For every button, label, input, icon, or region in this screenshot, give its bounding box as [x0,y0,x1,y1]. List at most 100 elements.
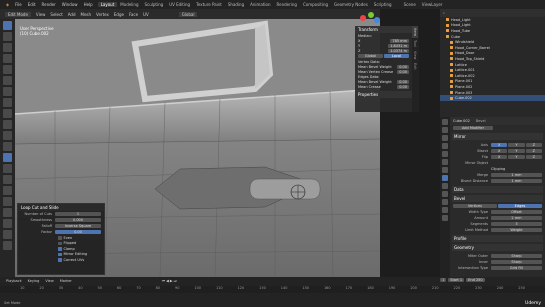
material-tab-icon[interactable] [442,215,448,221]
scene-selector[interactable]: Scene [401,2,419,7]
tab-scripting[interactable]: Scripting [371,2,395,7]
operator-title[interactable]: Loop Cut and Slide [18,204,104,211]
move-icon[interactable] [3,43,12,52]
mirror-modifier-header[interactable]: Mirror [452,133,543,140]
menu-playback[interactable]: Playback [6,279,22,283]
cursor-icon[interactable] [3,32,12,41]
data-tab-icon[interactable] [442,207,448,213]
local-button[interactable]: Local [384,54,409,58]
data-subpanel[interactable]: Data [452,186,543,193]
poly-build-icon[interactable] [3,175,12,184]
transform-section-header[interactable]: Transform [355,26,412,33]
profile-subpanel[interactable]: Profile [452,235,543,242]
spin-icon[interactable] [3,186,12,195]
menu-window[interactable]: Window [62,2,78,7]
bevel-modifier-header[interactable]: Bevel [452,195,543,202]
edge-crease-field[interactable]: Mean Crease 0.00 [355,84,412,89]
tab-edit[interactable]: Edit [412,61,418,72]
menu-marker[interactable]: Marker [60,279,72,283]
object-tab-icon[interactable] [442,167,448,173]
current-frame-field[interactable]: 1 [440,278,447,282]
tab-shading[interactable]: Shading [225,2,247,7]
menu-mesh[interactable]: Mesh [81,12,92,17]
menu-keying[interactable]: Keying [28,279,40,283]
physics-tab-icon[interactable] [442,191,448,197]
menu-uv[interactable]: UV [143,12,149,17]
measure-icon[interactable] [3,98,12,107]
menu-face[interactable]: Face [129,12,138,17]
add-cube-icon[interactable] [3,109,12,118]
transform-orientation[interactable]: Global [178,11,198,17]
bisect-distance-field[interactable]: Bisect Distance 1 mm [450,178,545,184]
x-axis-icon[interactable] [360,15,366,21]
select-box-icon[interactable] [3,21,12,30]
tab-rendering[interactable]: Rendering [274,2,300,7]
menu-vertex[interactable]: Vertex [96,12,109,17]
menu-file[interactable]: File [15,2,22,7]
menu-select[interactable]: Select [50,12,62,17]
mode-selector[interactable]: Edit Mode [5,11,31,17]
limit-method-select[interactable]: Limit Method Weight [450,227,545,233]
tab-sculpting[interactable]: Sculpting [142,2,167,7]
frame-ruler[interactable]: 10 20 30 40 50 60 70 80 90 100 110 120 130 140 150 160 1… [0,286,545,293]
mean-bevel-weight-field[interactable]: Mean Bevel Weight 0.00 [355,64,412,69]
render-tab-icon[interactable] [442,127,448,133]
tool-tab-icon[interactable] [442,119,448,125]
transform-icon[interactable] [3,76,12,85]
menu-add[interactable]: Add [68,12,76,17]
view-layer-tab-icon[interactable] [442,143,448,149]
tab-modeling[interactable]: Modeling [117,2,141,7]
rotate-icon[interactable] [3,54,12,63]
shrink-icon[interactable] [3,219,12,228]
z-axis-icon[interactable] [374,17,380,23]
tab-tool[interactable]: Tool [412,38,418,49]
edge-slide-icon[interactable] [3,208,12,217]
loop-cut-icon[interactable] [3,153,12,162]
outliner-search[interactable]: ⌕ [440,9,545,17]
particles-tab-icon[interactable] [442,183,448,189]
constraints-tab-icon[interactable] [442,199,448,205]
menu-timeline-view[interactable]: View [45,279,53,283]
tab-uv-editing[interactable]: UV Editing [166,2,193,7]
edges-option[interactable]: Edges [498,204,542,208]
menu-help[interactable]: Help [84,2,93,7]
tab-compositing[interactable]: Compositing [300,2,331,7]
mean-vertex-crease-field[interactable]: Mean Vertex Crease 0.00 [355,69,412,74]
smooth-icon[interactable] [3,197,12,206]
y-axis-icon[interactable] [368,12,374,18]
tab-layout[interactable]: Layout [97,2,118,7]
global-button[interactable]: Global [358,54,383,58]
menu-edge[interactable]: Edge [114,12,124,17]
output-tab-icon[interactable] [442,135,448,141]
scale-icon[interactable] [3,65,12,74]
vertices-option[interactable]: Vertices [453,204,497,208]
view-layer-selector[interactable]: ViewLayer [419,2,446,7]
edge-bevel-weight-field[interactable]: Mean Bevel Weight 0.00 [355,79,412,84]
geometry-subpanel[interactable]: Geometry [452,244,543,251]
shear-icon[interactable] [3,230,12,239]
affect-toggle[interactable]: Vertices Edges [453,204,542,208]
blender-logo-icon[interactable]: ◈ [6,2,9,7]
tab-animation[interactable]: Animation [247,2,273,7]
world-tab-icon[interactable] [442,159,448,165]
tab-item[interactable]: Item [412,26,418,38]
correct-uvs-checkbox[interactable]: Correct UVs [18,257,104,263]
menu-render[interactable]: Render [42,2,56,7]
menu-view[interactable]: View [36,12,46,17]
outliner-item[interactable]: Cube.002 [440,95,545,101]
modifier-tab-icon[interactable] [442,175,448,181]
intersection-type-select[interactable]: Intersection Type Grid Fill [450,265,545,271]
play-controls-icon[interactable]: ⏮ ◀ ▶ ⏭ [162,279,177,283]
tab-texture-paint[interactable]: Texture Paint [193,2,225,7]
navigation-gizmo[interactable] [355,8,383,26]
properties-section-header[interactable]: Properties [355,91,412,98]
tab-geometry-nodes[interactable]: Geometry Nodes [331,2,371,7]
inset-icon[interactable] [3,131,12,140]
scene-tab-icon[interactable] [442,151,448,157]
rip-icon[interactable] [3,241,12,250]
bevel-icon[interactable] [3,142,12,151]
end-frame-field[interactable]: End 250 [466,278,485,282]
annotate-icon[interactable] [3,87,12,96]
add-modifier-button[interactable]: Add Modifier [450,125,545,131]
tab-view[interactable]: View [412,49,418,61]
